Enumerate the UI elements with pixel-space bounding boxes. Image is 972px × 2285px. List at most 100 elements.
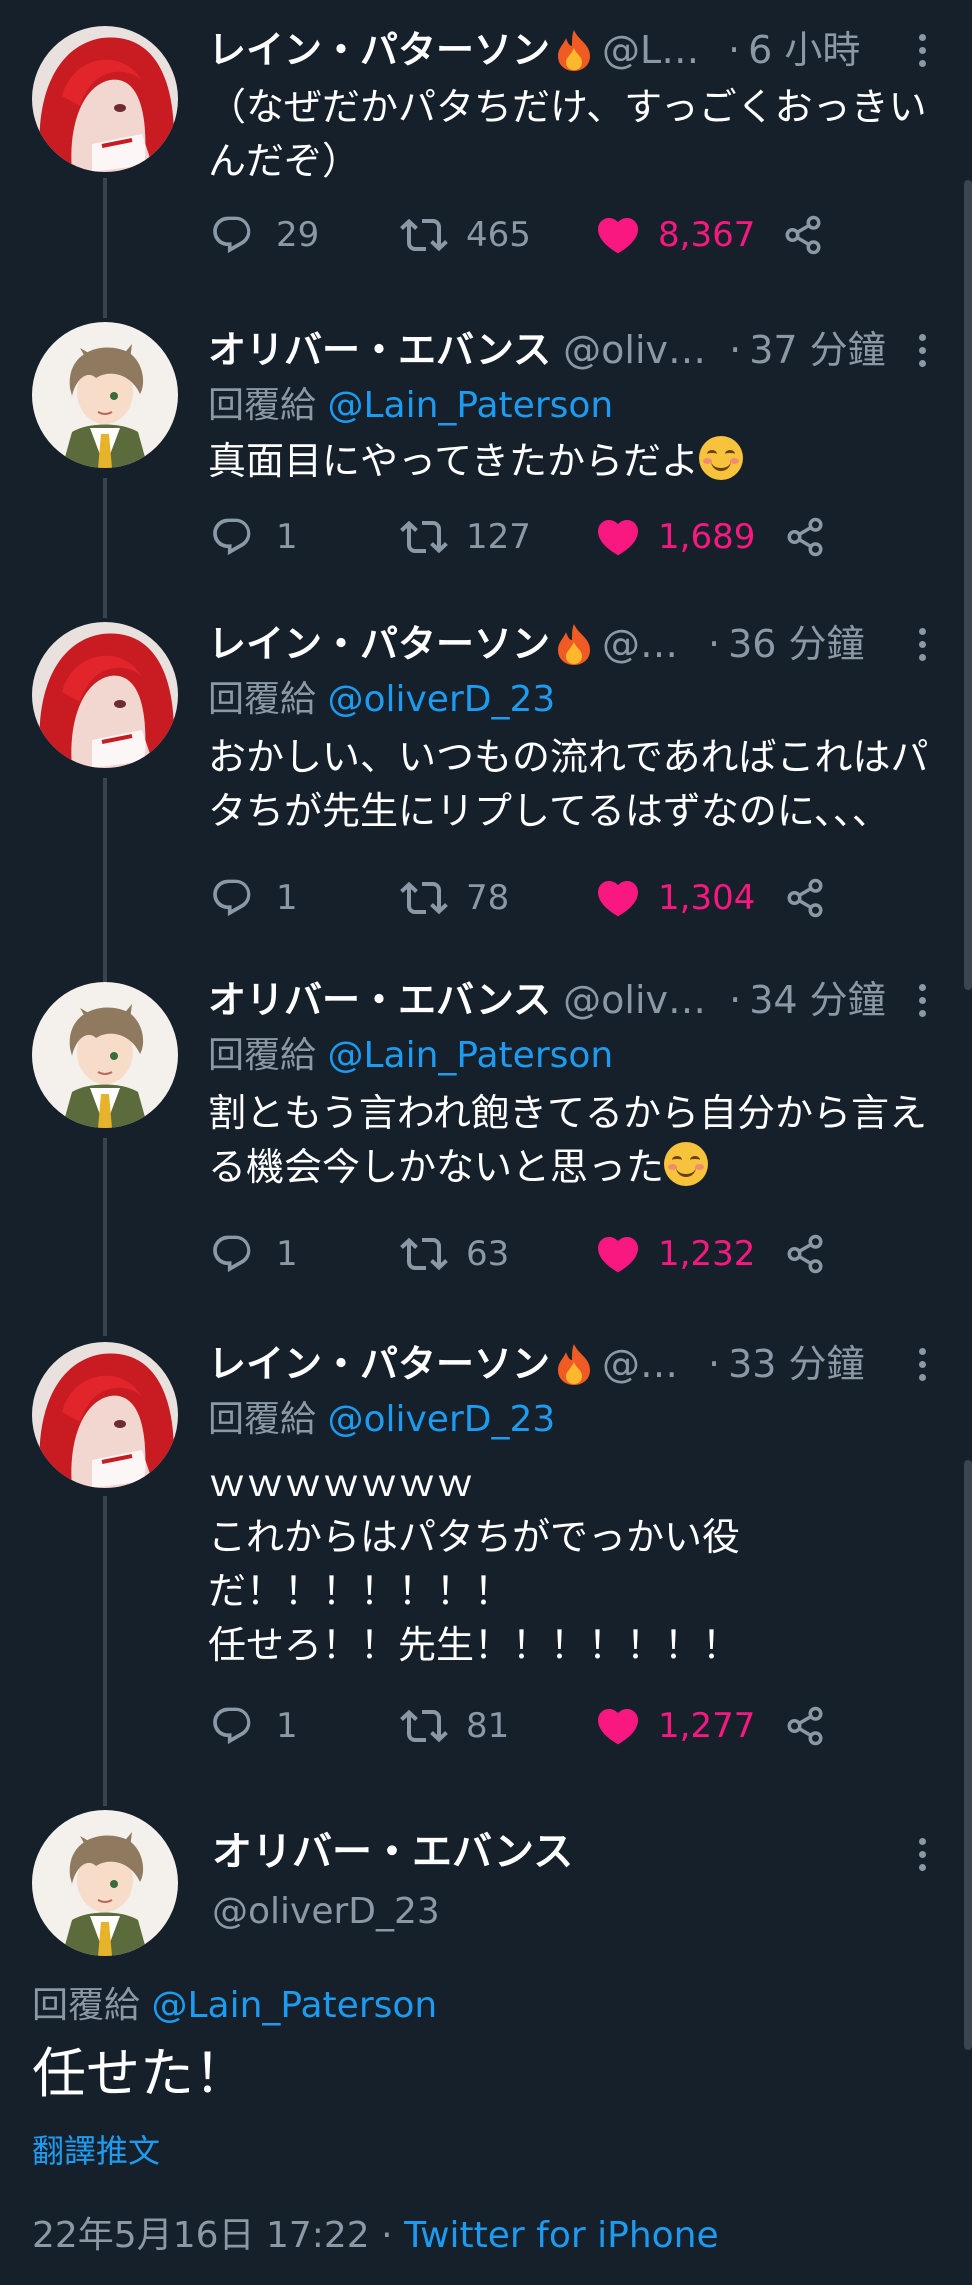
share-button[interactable]	[784, 877, 826, 919]
reply-prefix: 回覆給	[208, 679, 317, 720]
separator: ·	[729, 328, 742, 372]
timestamp[interactable]: 6 小時	[748, 20, 860, 80]
like-button[interactable]: 1,232	[594, 1230, 784, 1278]
translate-tweet-link[interactable]: 翻譯推文	[32, 2126, 160, 2176]
display-name[interactable]: レイン・パターソン	[208, 1334, 550, 1394]
retweet-count: 127	[466, 517, 531, 557]
reply-context: 回覆給 @Lain_Paterson	[208, 378, 613, 434]
separator: ·	[381, 2215, 393, 2256]
fire-icon	[554, 1342, 594, 1386]
timestamp[interactable]: 33 分鐘	[728, 1334, 864, 1394]
retweet-icon	[400, 1230, 448, 1278]
tweet[interactable]: オリバー・エバンス @olive... · 37 分鐘 回覆給 @Lain_Pa…	[0, 310, 972, 610]
separator: ·	[708, 1342, 721, 1386]
handle[interactable]: @L...	[602, 614, 692, 674]
tweet[interactable]: オリバー・エバンス @olive... · 34 分鐘 回覆給 @Lain_Pa…	[0, 970, 972, 1330]
action-bar: 1 81 1,277	[210, 1696, 826, 1756]
retweet-button[interactable]: 78	[400, 874, 594, 922]
tweet-text: おかしい、いつもの流れであればこれはパタちが先生にリプしてるはずなのに、、、	[208, 735, 929, 833]
share-icon	[784, 1705, 826, 1747]
share-button[interactable]	[782, 214, 824, 256]
avatar[interactable]	[32, 26, 178, 172]
tweet-text: ｗｗｗｗｗｗｗ これからはパタちがでっかい役 だ！！！！！！！ 任せろ！！先生！…	[208, 1461, 741, 1667]
reply-icon	[210, 515, 254, 559]
handle[interactable]: @Lai...	[602, 20, 712, 80]
display-name[interactable]: オリバー・エバンス	[208, 320, 551, 380]
more-options-icon[interactable]	[912, 20, 932, 80]
tweet-header: レイン・パターソン @L... · 36 分鐘	[208, 614, 932, 674]
reply-button[interactable]: 1	[210, 1232, 400, 1276]
tweet[interactable]: レイン・パターソン @L... · 33 分鐘 回覆給 @oliverD_23 …	[0, 1330, 972, 1790]
retweet-count: 78	[466, 878, 510, 918]
like-count: 1,689	[658, 517, 756, 557]
smiling-emoji-icon	[698, 436, 743, 480]
avatar[interactable]	[32, 982, 178, 1128]
like-count: 8,367	[658, 215, 756, 255]
avatar[interactable]	[32, 1810, 178, 1956]
tweet-header: オリバー・エバンス @olive... · 34 分鐘	[208, 970, 932, 1030]
reply-prefix: 回覆給	[32, 1985, 141, 2026]
reply-icon	[210, 1704, 254, 1748]
tweet-text: 割ともう言われ飽きてるから自分から言える機会今しかないと思った	[208, 1091, 927, 1189]
source-link[interactable]: Twitter for iPhone	[404, 2215, 719, 2256]
more-options-icon[interactable]	[912, 614, 932, 674]
avatar[interactable]	[32, 322, 178, 468]
timestamp[interactable]: 34 分鐘	[749, 970, 885, 1030]
more-options-icon[interactable]	[912, 320, 932, 380]
more-options-icon[interactable]	[912, 1824, 932, 1884]
mention-link[interactable]: @Lain_Paterson	[327, 1035, 613, 1076]
tweet[interactable]: レイン・パターソン @L... · 36 分鐘 回覆給 @oliverD_23 …	[0, 610, 972, 970]
like-button[interactable]: 1,689	[594, 513, 784, 561]
mention-link[interactable]: @oliverD_23	[327, 1399, 555, 1440]
share-icon	[784, 516, 826, 558]
retweet-button[interactable]: 63	[400, 1230, 594, 1278]
handle[interactable]: @oliverD_23	[212, 1884, 440, 1940]
display-name[interactable]: レイン・パターソン	[208, 614, 550, 674]
reply-button[interactable]: 29	[210, 213, 400, 257]
handle[interactable]: @olive...	[563, 320, 713, 380]
timestamp[interactable]: 36 分鐘	[728, 614, 864, 674]
separator: ·	[729, 978, 742, 1022]
like-button[interactable]: 1,304	[594, 874, 784, 922]
avatar[interactable]	[32, 622, 178, 768]
like-button[interactable]: 8,367	[594, 211, 784, 259]
like-count: 1,232	[658, 1234, 756, 1274]
share-button[interactable]	[784, 1233, 826, 1275]
reply-prefix: 回覆給	[208, 385, 317, 426]
tweet-text-wrap: 真面目にやってきたからだよ	[208, 434, 942, 488]
display-name[interactable]: レイン・パターソン	[208, 20, 550, 80]
reply-context: 回覆給 @Lain_Paterson	[208, 1028, 613, 1084]
tweet-text: 任せた！	[32, 2042, 248, 2105]
more-options-icon[interactable]	[912, 970, 932, 1030]
reply-button[interactable]: 1	[210, 876, 400, 920]
more-options-icon[interactable]	[912, 1334, 932, 1394]
mention-link[interactable]: @Lain_Paterson	[151, 1985, 437, 2026]
mention-link[interactable]: @oliverD_23	[327, 679, 555, 720]
reply-context: 回覆給 @oliverD_23	[208, 672, 555, 728]
handle[interactable]: @olive...	[563, 970, 713, 1030]
like-count: 1,304	[658, 878, 756, 918]
avatar[interactable]	[32, 1342, 178, 1488]
display-name[interactable]: オリバー・エバンス	[208, 970, 551, 1030]
main-tweet: オリバー・エバンス @oliverD_23 回覆給 @Lain_Paterson…	[0, 1790, 972, 2285]
fire-icon	[554, 28, 594, 72]
tweet[interactable]: レイン・パターソン @Lai... · 6 小時 （なぜだかパタちだけ、すっごく…	[0, 0, 972, 310]
retweet-button[interactable]: 81	[400, 1702, 594, 1750]
retweet-icon	[400, 1702, 448, 1750]
reply-button[interactable]: 1	[210, 1704, 400, 1748]
like-count: 1,277	[658, 1706, 756, 1746]
mention-link[interactable]: @Lain_Paterson	[327, 385, 613, 426]
separator: ·	[728, 28, 741, 72]
share-button[interactable]	[784, 1705, 826, 1747]
retweet-button[interactable]: 465	[400, 211, 594, 259]
share-button[interactable]	[784, 516, 826, 558]
like-button[interactable]: 1,277	[594, 1702, 784, 1750]
retweet-button[interactable]: 127	[400, 513, 594, 561]
reply-button[interactable]: 1	[210, 515, 400, 559]
handle[interactable]: @L...	[602, 1334, 692, 1394]
display-name[interactable]: オリバー・エバンス	[212, 1824, 573, 1880]
retweet-icon	[400, 874, 448, 922]
reply-icon	[210, 213, 254, 257]
retweet-count: 81	[466, 1706, 510, 1746]
timestamp[interactable]: 37 分鐘	[749, 320, 885, 380]
